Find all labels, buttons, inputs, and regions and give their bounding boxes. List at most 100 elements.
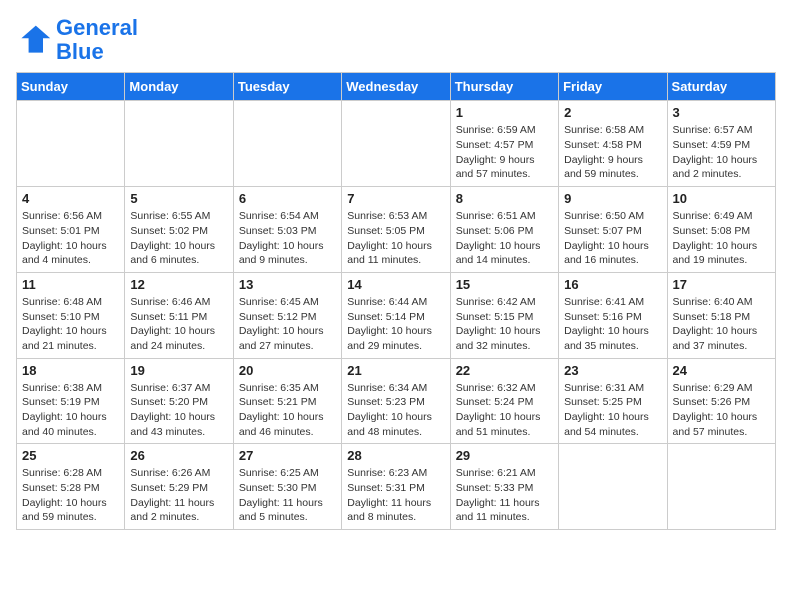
day-number: 16 <box>564 277 661 292</box>
day-number: 20 <box>239 363 336 378</box>
logo-icon <box>16 22 52 58</box>
day-info: Sunrise: 6:42 AM Sunset: 5:15 PM Dayligh… <box>456 295 553 354</box>
calendar-cell: 21 Sunrise: 6:34 AM Sunset: 5:23 PM Dayli… <box>342 358 450 444</box>
calendar-cell: 6 Sunrise: 6:54 AM Sunset: 5:03 PM Daylig… <box>233 187 341 273</box>
day-number: 4 <box>22 191 119 206</box>
day-info: Sunrise: 6:23 AM Sunset: 5:31 PM Dayligh… <box>347 466 444 525</box>
day-info: Sunrise: 6:37 AM Sunset: 5:20 PM Dayligh… <box>130 381 227 440</box>
weekday-header-thursday: Thursday <box>450 73 558 101</box>
calendar-cell <box>125 101 233 187</box>
logo-text: General Blue <box>56 16 138 64</box>
calendar-cell: 19 Sunrise: 6:37 AM Sunset: 5:20 PM Dayli… <box>125 358 233 444</box>
calendar-cell: 10Sunrise: 6:49 AM Sunset: 5:08 PM Dayli… <box>667 187 775 273</box>
weekday-header-tuesday: Tuesday <box>233 73 341 101</box>
calendar-week-5: 25 Sunrise: 6:28 AM Sunset: 5:28 PM Dayli… <box>17 444 776 530</box>
calendar-week-3: 11 Sunrise: 6:48 AM Sunset: 5:10 PM Dayli… <box>17 272 776 358</box>
calendar-cell: 15Sunrise: 6:42 AM Sunset: 5:15 PM Dayli… <box>450 272 558 358</box>
day-info: Sunrise: 6:31 AM Sunset: 5:25 PM Dayligh… <box>564 381 661 440</box>
day-info: Sunrise: 6:34 AM Sunset: 5:23 PM Dayligh… <box>347 381 444 440</box>
day-number: 11 <box>22 277 119 292</box>
day-number: 29 <box>456 448 553 463</box>
calendar-cell: 25 Sunrise: 6:28 AM Sunset: 5:28 PM Dayli… <box>17 444 125 530</box>
day-info: Sunrise: 6:26 AM Sunset: 5:29 PM Dayligh… <box>130 466 227 525</box>
calendar-cell: 24 Sunrise: 6:29 AM Sunset: 5:26 PM Dayli… <box>667 358 775 444</box>
calendar-header: SundayMondayTuesdayWednesdayThursdayFrid… <box>17 73 776 101</box>
day-info: Sunrise: 6:41 AM Sunset: 5:16 PM Dayligh… <box>564 295 661 354</box>
calendar-cell <box>667 444 775 530</box>
calendar-cell: 9 Sunrise: 6:50 AM Sunset: 5:07 PM Daylig… <box>559 187 667 273</box>
day-info: Sunrise: 6:28 AM Sunset: 5:28 PM Dayligh… <box>22 466 119 525</box>
day-info: Sunrise: 6:32 AM Sunset: 5:24 PM Dayligh… <box>456 381 553 440</box>
calendar-cell: 20 Sunrise: 6:35 AM Sunset: 5:21 PM Dayli… <box>233 358 341 444</box>
day-info: Sunrise: 6:59 AM Sunset: 4:57 PM Dayligh… <box>456 123 553 182</box>
calendar-cell <box>233 101 341 187</box>
calendar-cell: 8 Sunrise: 6:51 AM Sunset: 5:06 PM Daylig… <box>450 187 558 273</box>
calendar-cell: 7Sunrise: 6:53 AM Sunset: 5:05 PM Daylig… <box>342 187 450 273</box>
day-info: Sunrise: 6:44 AM Sunset: 5:14 PM Dayligh… <box>347 295 444 354</box>
day-number: 8 <box>456 191 553 206</box>
calendar-body: 1 Sunrise: 6:59 AM Sunset: 4:57 PM Daylig… <box>17 101 776 530</box>
day-number: 1 <box>456 105 553 120</box>
calendar-cell: 13Sunrise: 6:45 AM Sunset: 5:12 PM Dayli… <box>233 272 341 358</box>
day-number: 9 <box>564 191 661 206</box>
day-number: 26 <box>130 448 227 463</box>
calendar-week-4: 18Sunrise: 6:38 AM Sunset: 5:19 PM Dayli… <box>17 358 776 444</box>
day-info: Sunrise: 6:48 AM Sunset: 5:10 PM Dayligh… <box>22 295 119 354</box>
day-number: 6 <box>239 191 336 206</box>
calendar-cell: 16 Sunrise: 6:41 AM Sunset: 5:16 PM Dayli… <box>559 272 667 358</box>
day-info: Sunrise: 6:49 AM Sunset: 5:08 PM Dayligh… <box>673 209 770 268</box>
calendar-cell <box>17 101 125 187</box>
calendar-cell: 23 Sunrise: 6:31 AM Sunset: 5:25 PM Dayli… <box>559 358 667 444</box>
calendar-cell <box>342 101 450 187</box>
day-number: 22 <box>456 363 553 378</box>
day-info: Sunrise: 6:25 AM Sunset: 5:30 PM Dayligh… <box>239 466 336 525</box>
calendar-cell: 18Sunrise: 6:38 AM Sunset: 5:19 PM Dayli… <box>17 358 125 444</box>
calendar-cell: 17 Sunrise: 6:40 AM Sunset: 5:18 PM Dayli… <box>667 272 775 358</box>
calendar-cell: 28 Sunrise: 6:23 AM Sunset: 5:31 PM Dayli… <box>342 444 450 530</box>
day-number: 25 <box>22 448 119 463</box>
day-info: Sunrise: 6:46 AM Sunset: 5:11 PM Dayligh… <box>130 295 227 354</box>
weekday-header-wednesday: Wednesday <box>342 73 450 101</box>
day-info: Sunrise: 6:51 AM Sunset: 5:06 PM Dayligh… <box>456 209 553 268</box>
day-info: Sunrise: 6:57 AM Sunset: 4:59 PM Dayligh… <box>673 123 770 182</box>
day-number: 23 <box>564 363 661 378</box>
day-info: Sunrise: 6:35 AM Sunset: 5:21 PM Dayligh… <box>239 381 336 440</box>
day-number: 19 <box>130 363 227 378</box>
day-number: 3 <box>673 105 770 120</box>
weekday-header-friday: Friday <box>559 73 667 101</box>
calendar-cell: 29Sunrise: 6:21 AM Sunset: 5:33 PM Dayli… <box>450 444 558 530</box>
day-number: 2 <box>564 105 661 120</box>
calendar-cell: 14 Sunrise: 6:44 AM Sunset: 5:14 PM Dayli… <box>342 272 450 358</box>
calendar-week-1: 1 Sunrise: 6:59 AM Sunset: 4:57 PM Daylig… <box>17 101 776 187</box>
day-number: 7 <box>347 191 444 206</box>
calendar-cell: 1 Sunrise: 6:59 AM Sunset: 4:57 PM Daylig… <box>450 101 558 187</box>
day-number: 14 <box>347 277 444 292</box>
calendar-table: SundayMondayTuesdayWednesdayThursdayFrid… <box>16 72 776 530</box>
calendar-cell: 4 Sunrise: 6:56 AM Sunset: 5:01 PM Daylig… <box>17 187 125 273</box>
day-info: Sunrise: 6:56 AM Sunset: 5:01 PM Dayligh… <box>22 209 119 268</box>
calendar-cell: 2Sunrise: 6:58 AM Sunset: 4:58 PM Daylig… <box>559 101 667 187</box>
calendar-cell: 12 Sunrise: 6:46 AM Sunset: 5:11 PM Dayli… <box>125 272 233 358</box>
calendar-cell: 26 Sunrise: 6:26 AM Sunset: 5:29 PM Dayli… <box>125 444 233 530</box>
day-info: Sunrise: 6:38 AM Sunset: 5:19 PM Dayligh… <box>22 381 119 440</box>
weekday-header-sunday: Sunday <box>17 73 125 101</box>
calendar-cell: 3 Sunrise: 6:57 AM Sunset: 4:59 PM Daylig… <box>667 101 775 187</box>
day-info: Sunrise: 6:29 AM Sunset: 5:26 PM Dayligh… <box>673 381 770 440</box>
day-number: 27 <box>239 448 336 463</box>
day-number: 13 <box>239 277 336 292</box>
calendar-cell: 5 Sunrise: 6:55 AM Sunset: 5:02 PM Daylig… <box>125 187 233 273</box>
calendar-cell: 27 Sunrise: 6:25 AM Sunset: 5:30 PM Dayli… <box>233 444 341 530</box>
day-number: 17 <box>673 277 770 292</box>
day-info: Sunrise: 6:40 AM Sunset: 5:18 PM Dayligh… <box>673 295 770 354</box>
logo: General Blue <box>16 16 138 64</box>
day-info: Sunrise: 6:55 AM Sunset: 5:02 PM Dayligh… <box>130 209 227 268</box>
calendar-cell <box>559 444 667 530</box>
day-info: Sunrise: 6:50 AM Sunset: 5:07 PM Dayligh… <box>564 209 661 268</box>
day-number: 28 <box>347 448 444 463</box>
day-number: 12 <box>130 277 227 292</box>
day-info: Sunrise: 6:54 AM Sunset: 5:03 PM Dayligh… <box>239 209 336 268</box>
day-number: 24 <box>673 363 770 378</box>
calendar-cell: 11 Sunrise: 6:48 AM Sunset: 5:10 PM Dayli… <box>17 272 125 358</box>
day-number: 5 <box>130 191 227 206</box>
day-number: 21 <box>347 363 444 378</box>
